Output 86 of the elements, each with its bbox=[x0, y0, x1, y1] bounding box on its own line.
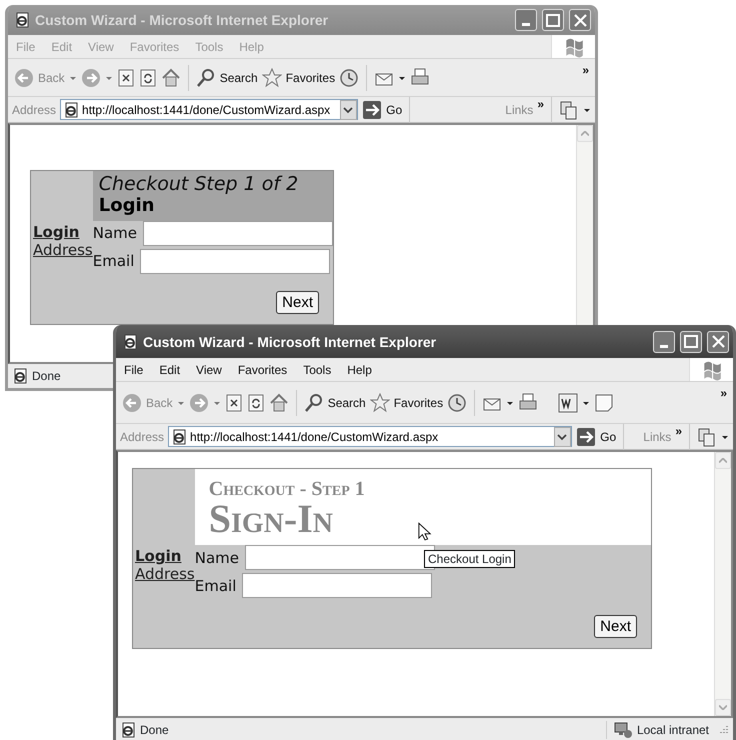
close-button[interactable] bbox=[569, 9, 591, 31]
input-field[interactable] bbox=[140, 248, 330, 274]
page-icon bbox=[171, 428, 188, 444]
pages-icon[interactable] bbox=[697, 426, 717, 446]
menu-item[interactable]: Tools bbox=[295, 362, 340, 376]
home-icon[interactable] bbox=[160, 68, 181, 88]
menu-item[interactable]: Favorites bbox=[230, 362, 296, 376]
address-field[interactable]: http://localhost:1441/done/CustomWizard.aspx bbox=[60, 99, 358, 120]
menu-item[interactable]: Help bbox=[339, 362, 380, 376]
close-icon bbox=[574, 14, 586, 26]
dropdown-icon[interactable] bbox=[554, 426, 572, 446]
page-icon bbox=[120, 722, 136, 738]
menu-item[interactable]: Edit bbox=[151, 362, 188, 376]
window-title: Custom Wizard - Microsoft Internet Explorer bbox=[143, 334, 436, 350]
home-icon[interactable] bbox=[268, 392, 289, 412]
menu-item[interactable]: View bbox=[188, 362, 230, 376]
maximize-icon bbox=[684, 335, 698, 348]
printer-icon[interactable] bbox=[518, 392, 538, 412]
star-icon[interactable] bbox=[262, 68, 282, 88]
page-icon bbox=[63, 102, 80, 118]
minimize-button[interactable] bbox=[653, 330, 675, 352]
close-icon bbox=[712, 335, 724, 348]
favorites-button[interactable]: Favorites bbox=[394, 396, 444, 410]
url-text: http://localhost:1441/done/CustomWizard.aspx bbox=[190, 430, 438, 444]
field-label: Name bbox=[92, 224, 138, 242]
note-icon[interactable] bbox=[594, 392, 614, 412]
field-label: Name bbox=[194, 548, 240, 566]
more-button[interactable]: » bbox=[675, 424, 682, 438]
go-icon[interactable] bbox=[576, 426, 596, 446]
status-text: Done bbox=[32, 369, 61, 383]
step-link[interactable]: Login bbox=[135, 547, 195, 565]
go-button[interactable]: Go bbox=[600, 430, 616, 444]
more-button[interactable]: » bbox=[537, 97, 544, 111]
word-icon[interactable] bbox=[558, 392, 578, 412]
pages-icon[interactable] bbox=[559, 100, 579, 120]
tooltip: Checkout Login bbox=[424, 550, 516, 568]
wizard-subtitle: Checkout Step 1 of 2 bbox=[98, 174, 300, 196]
input-field[interactable] bbox=[143, 220, 334, 246]
status-text: Done bbox=[140, 723, 169, 737]
step-link[interactable]: Address bbox=[135, 565, 195, 583]
next-button[interactable]: Next bbox=[594, 615, 637, 638]
maximize-button[interactable] bbox=[680, 330, 702, 352]
dropdown-icon[interactable] bbox=[340, 100, 358, 120]
go-button[interactable]: Go bbox=[386, 102, 402, 116]
close-button[interactable] bbox=[707, 330, 729, 352]
minimize-icon bbox=[522, 23, 530, 26]
field-label: Email bbox=[92, 252, 134, 270]
url-text: http://localhost:1441/done/CustomWizard.aspx bbox=[82, 102, 330, 116]
next-button[interactable]: Next bbox=[276, 290, 320, 314]
wizard-heading: Login bbox=[98, 196, 156, 217]
address-label: Address bbox=[120, 430, 164, 444]
page-icon bbox=[14, 12, 30, 28]
page-icon bbox=[122, 334, 138, 350]
menu-item[interactable]: File bbox=[116, 362, 152, 376]
stop-icon[interactable] bbox=[224, 394, 243, 412]
more-button[interactable]: » bbox=[720, 386, 727, 400]
history-icon[interactable] bbox=[447, 392, 468, 412]
window-title: Custom Wizard - Microsoft Internet Explorer bbox=[35, 12, 328, 28]
wizard-subtitle: Checkout - Step 1 bbox=[208, 479, 365, 499]
step-link[interactable]: Login bbox=[33, 222, 93, 241]
search-icon[interactable] bbox=[304, 392, 324, 412]
refresh-icon[interactable] bbox=[246, 394, 265, 412]
printer-icon[interactable] bbox=[410, 68, 430, 88]
page-icon bbox=[12, 368, 28, 384]
maximize-button[interactable] bbox=[542, 9, 564, 31]
resize-grip-icon[interactable] bbox=[717, 724, 729, 736]
favorites-button[interactable]: Favorites bbox=[286, 70, 336, 84]
maximize-icon bbox=[546, 14, 560, 26]
zone-text: Local intranet bbox=[636, 723, 709, 737]
field-label: Email bbox=[194, 576, 236, 594]
address-label: Address bbox=[12, 102, 56, 116]
minimize-icon bbox=[660, 344, 668, 348]
address-field[interactable]: http://localhost:1441/done/CustomWizard.aspx bbox=[168, 426, 572, 447]
star-icon[interactable] bbox=[370, 392, 390, 412]
minimize-button[interactable] bbox=[515, 9, 537, 31]
history-icon[interactable] bbox=[339, 68, 360, 88]
step-link[interactable]: Address bbox=[33, 240, 93, 259]
wizard-heading: Sign-In bbox=[208, 499, 333, 539]
stop-icon[interactable] bbox=[116, 68, 135, 86]
search-icon[interactable] bbox=[196, 68, 216, 88]
refresh-icon[interactable] bbox=[138, 68, 157, 86]
search-button[interactable]: Search bbox=[220, 70, 258, 84]
go-icon[interactable] bbox=[362, 100, 382, 120]
search-button[interactable]: Search bbox=[328, 396, 366, 410]
more-button[interactable]: » bbox=[582, 63, 589, 77]
input-field[interactable] bbox=[242, 573, 432, 598]
